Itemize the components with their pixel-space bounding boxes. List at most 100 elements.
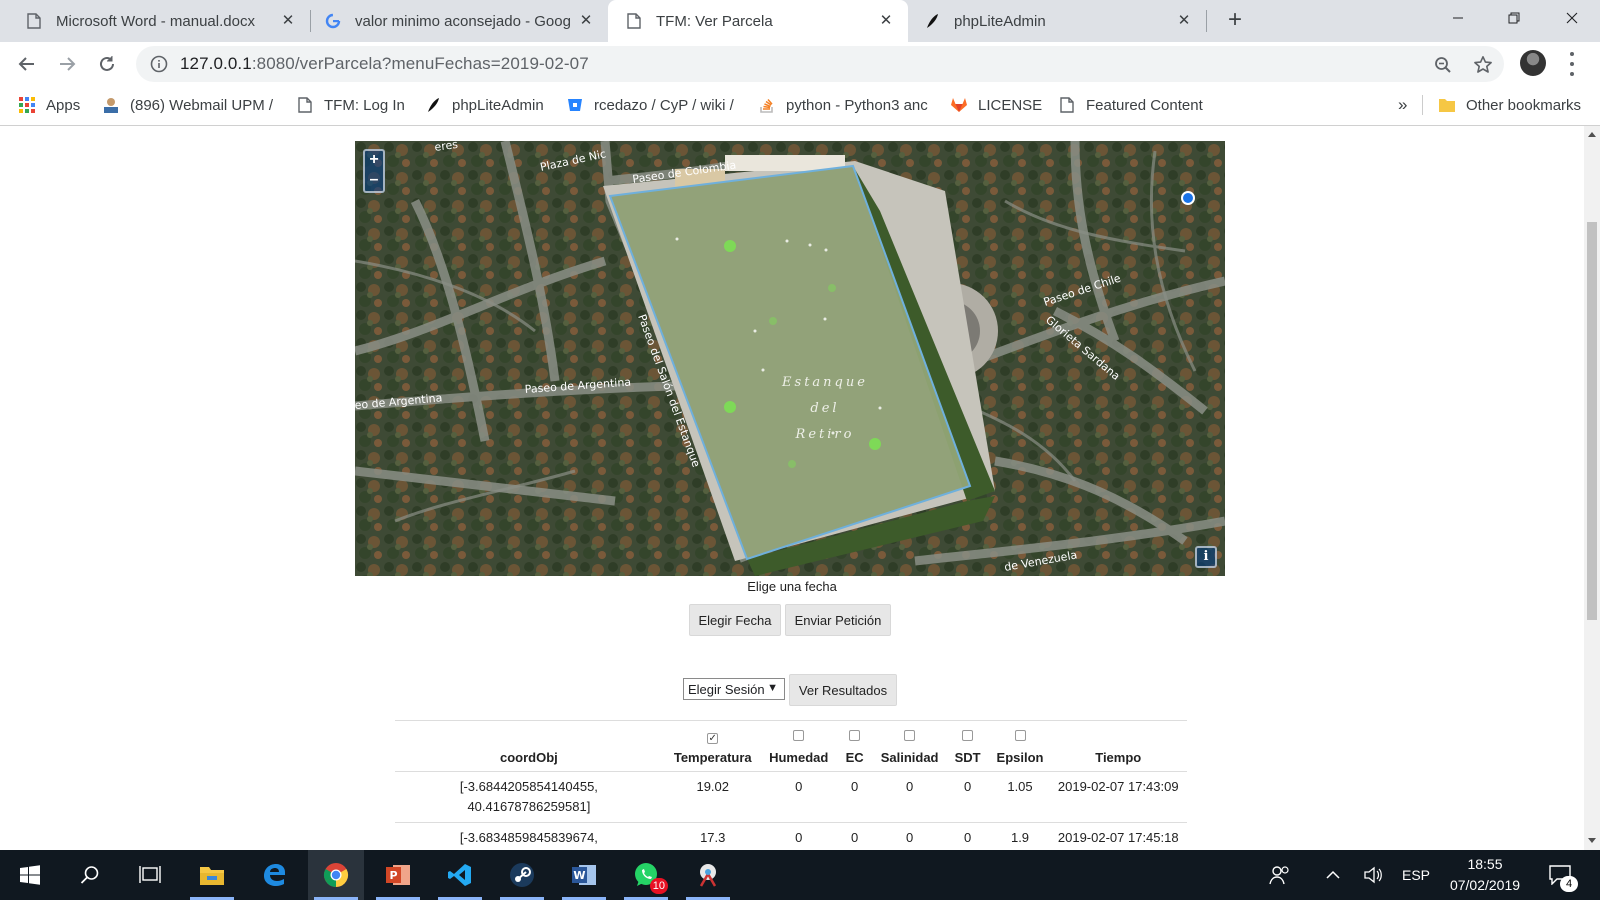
powerpoint-icon[interactable]: P [370,850,426,900]
zoom-in-button[interactable]: + [365,151,383,171]
checkbox-checked[interactable]: ✓ [707,733,719,744]
page-scrollbar[interactable] [1584,126,1600,850]
bookmark-rcedazo-wiki[interactable]: rcedazo / CyP / wiki / [566,86,734,124]
close-icon[interactable]: ✕ [1176,13,1192,29]
bookmark-label: Apps [46,96,81,114]
vscode-icon[interactable] [432,850,488,900]
notification-count-badge: 4 [1560,876,1578,892]
new-tab-button[interactable]: + [1222,8,1248,34]
chrome-icon[interactable] [308,850,364,900]
star-icon[interactable] [1472,54,1494,76]
edge-icon[interactable] [246,850,302,900]
system-clock[interactable]: 18:55 07/02/2019 [1440,854,1530,896]
url-text[interactable]: 127.0.0.1:8080/verParcela?menuFechas=201… [180,54,589,74]
scroll-up-icon[interactable] [1588,132,1596,137]
checkbox[interactable] [793,730,805,741]
windows-start-icon[interactable] [2,850,58,900]
zoom-out-button[interactable]: – [365,171,383,191]
tab-title: valor minimo aconsejado - Goog [355,12,571,30]
bookmark-phpliteadmin[interactable]: phpLiteAdmin [424,86,544,124]
snipping-icon[interactable] [680,850,736,900]
satellite-map[interactable]: Plaza de Nic Paseo de Colombia Paseo de … [355,141,1225,576]
bookmark-license[interactable]: LICENSE [950,86,1042,124]
checkbox-salinidad[interactable] [874,720,945,744]
checkbox-humedad[interactable] [762,720,835,744]
notification-center-icon[interactable]: 4 [1540,850,1580,900]
checkbox-temperatura[interactable]: ✓ [662,720,763,744]
results-table: ✓ coordObj Temperatura Humedad EC Salini… [395,720,1187,850]
close-icon[interactable]: ✕ [878,13,894,29]
url-path: :8080/verParcela?menuFechas=2019-02-07 [251,54,589,73]
document-icon [26,13,42,29]
sensor-point [724,240,736,252]
people-icon[interactable] [1262,850,1298,900]
minimize-button[interactable] [1430,0,1486,36]
sensor-point [769,317,777,325]
tab-title: TFM: Ver Parcela [656,12,773,30]
checkbox[interactable] [849,730,861,741]
bitbucket-icon [566,96,584,114]
close-icon[interactable]: ✕ [280,13,296,29]
checkbox[interactable] [962,730,974,741]
map-imagery[interactable]: Plaza de Nic Paseo de Colombia Paseo de … [355,141,1225,576]
session-select[interactable]: Elegir Sesión ▼ [683,678,785,700]
column-header: coordObj [395,744,663,772]
info-icon[interactable] [150,55,168,73]
forward-button[interactable] [53,50,81,78]
chevron-up-icon[interactable] [1318,850,1348,900]
table-cell: 0 [762,771,835,823]
tab-ver-parcela[interactable]: TFM: Ver Parcela ✕ [608,0,908,42]
close-icon[interactable]: ✕ [578,13,594,29]
word-icon[interactable]: W [556,850,612,900]
bookmark-python3[interactable]: python - Python3 anc [758,86,928,124]
tab-google-search[interactable]: valor minimo aconsejado - Goog ✕ [311,0,608,42]
task-view-icon[interactable] [122,850,178,900]
sensor-point [788,460,796,468]
checkbox[interactable] [904,730,916,741]
profile-avatar[interactable] [1520,50,1546,76]
address-bar[interactable]: 127.0.0.1:8080/verParcela?menuFechas=201… [136,46,1504,82]
page-content: Plaza de Nic Paseo de Colombia Paseo de … [0,126,1584,850]
table-cell: 1.05 [990,771,1050,823]
choose-date-button[interactable]: Elegir Fecha [689,604,781,636]
reload-button[interactable] [93,50,121,78]
document-icon [1058,96,1076,114]
steam-icon[interactable] [494,850,550,900]
bookmark-tfm-login[interactable]: TFM: Log In [296,86,405,124]
feather-icon [424,96,442,114]
search-icon[interactable] [62,850,118,900]
table-cell: [-3.6844205854140455, 40.41678786259581] [395,771,663,823]
back-button[interactable] [13,50,41,78]
bookmark-label: phpLiteAdmin [452,96,544,114]
file-explorer-icon[interactable] [184,850,240,900]
zoom-icon[interactable] [1432,54,1454,76]
restore-button[interactable] [1486,0,1542,36]
column-header: Humedad [762,744,835,772]
close-window-button[interactable] [1544,0,1600,36]
whatsapp-icon[interactable]: 10 [618,850,674,900]
table-header-row: coordObj Temperatura Humedad EC Salinida… [395,744,1187,772]
tab-phpliteadmin[interactable]: phpLiteAdmin ✕ [908,0,1206,42]
language-indicator[interactable]: ESP [1398,850,1434,900]
lake-label-1: Estanque [781,375,868,390]
bookmark-other[interactable]: Other bookmarks [1438,86,1581,124]
bookmark-featured-content[interactable]: Featured Content [1058,86,1203,124]
checkbox-epsilon[interactable] [990,720,1050,744]
bookmark-webmail[interactable]: (896) Webmail UPM / [102,86,273,124]
tab-word-manual[interactable]: Microsoft Word - manual.docx ✕ [0,0,310,42]
bookmarks-overflow-button[interactable]: » [1398,86,1407,124]
table-cell: 1.9 [990,822,1050,850]
send-request-button[interactable]: Enviar Petición [785,604,891,636]
checkbox[interactable] [1014,730,1026,741]
scroll-down-icon[interactable] [1588,838,1596,843]
bookmark-apps[interactable]: Apps [18,86,80,124]
checkbox-ec[interactable] [834,720,875,744]
speaker-icon[interactable] [1358,850,1388,900]
checkbox-sdt[interactable] [944,720,991,744]
scrollbar-thumb[interactable] [1587,222,1597,620]
menu-icon[interactable] [1568,52,1576,76]
map-attribution-button[interactable]: i [1195,546,1217,568]
arrow-left-icon [18,57,34,71]
view-results-button[interactable]: Ver Resultados [789,674,897,706]
empty-cell [395,720,663,744]
